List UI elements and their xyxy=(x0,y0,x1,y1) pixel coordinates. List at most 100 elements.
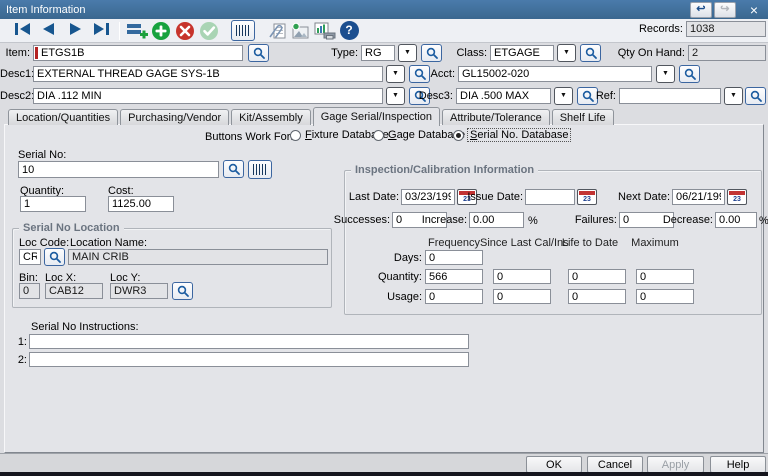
quantity-frequency-field[interactable] xyxy=(425,269,483,284)
previous-record-button[interactable] xyxy=(36,21,62,41)
increase-field[interactable] xyxy=(469,212,524,228)
add-button[interactable] xyxy=(149,20,173,41)
print-report-button[interactable] xyxy=(313,20,337,41)
quantity-since-last-field[interactable] xyxy=(493,269,551,284)
instruction-line1-field[interactable] xyxy=(29,334,469,349)
loc-y-field xyxy=(110,283,168,299)
desc1-dropdown-button[interactable]: ▼ xyxy=(386,65,405,83)
quantity-life-to-date-field[interactable] xyxy=(568,269,626,284)
days-label: Days: xyxy=(382,252,422,264)
barcode-icon xyxy=(236,25,251,36)
radio-serial-no-database[interactable]: Serial No. Database xyxy=(453,129,570,141)
increase-label: Increase: xyxy=(412,214,467,226)
bin-field xyxy=(19,283,40,299)
item-search-button[interactable] xyxy=(248,44,269,62)
quantity-row-label: Quantity: xyxy=(362,271,422,283)
first-record-button[interactable] xyxy=(10,21,36,41)
tab-kit-assembly[interactable]: Kit/Assembly xyxy=(231,109,311,125)
successes-label: Successes: xyxy=(332,214,390,226)
search-icon xyxy=(49,251,61,263)
tab-location-quantities[interactable]: Location/Quantities xyxy=(8,109,118,125)
desc3-field[interactable] xyxy=(456,88,551,104)
next-date-field[interactable] xyxy=(672,189,725,205)
issue-date-label: Issue Date: xyxy=(467,191,523,203)
serial-no-field[interactable] xyxy=(18,161,219,178)
failures-label: Failures: xyxy=(562,214,617,226)
desc1-field[interactable] xyxy=(33,66,383,82)
next-record-button[interactable] xyxy=(62,21,88,41)
desc1-label: Desc1: xyxy=(0,68,30,80)
cancel-button[interactable]: Cancel xyxy=(587,456,643,473)
radio-gage-database[interactable]: Gage Database xyxy=(373,129,465,141)
tab-bar: Location/Quantities Purchasing/Vendor Ki… xyxy=(8,106,616,125)
last-date-field[interactable] xyxy=(401,189,455,205)
class-search-button[interactable] xyxy=(580,44,601,62)
type-label: Type: xyxy=(328,47,358,59)
inspection-calibration-title: Inspection/Calibration Information xyxy=(351,164,538,176)
usage-maximum-field[interactable] xyxy=(636,289,694,304)
frequency-column-header: Frequency xyxy=(420,237,488,249)
desc3-dropdown-button[interactable]: ▼ xyxy=(554,87,573,105)
class-field[interactable] xyxy=(490,45,554,61)
decrease-field[interactable] xyxy=(715,212,757,228)
chart-printer-icon xyxy=(314,22,336,40)
serial-no-barcode-button[interactable] xyxy=(248,160,272,179)
acct-field[interactable] xyxy=(458,66,652,82)
ref-field[interactable] xyxy=(619,88,721,104)
location-search-button[interactable] xyxy=(172,282,193,300)
help-button[interactable]: ? xyxy=(337,20,361,41)
back-button[interactable]: ↩ xyxy=(690,2,712,18)
serial-no-search-button[interactable] xyxy=(223,160,244,178)
desc2-dropdown-button[interactable]: ▼ xyxy=(386,87,405,105)
issue-date-calendar-button[interactable]: 23 xyxy=(577,189,597,205)
class-label: Class: xyxy=(455,47,487,59)
apply-button[interactable]: Apply xyxy=(647,456,704,473)
barcode-button[interactable] xyxy=(231,20,255,41)
acct-label: Acct: xyxy=(425,68,455,80)
desc2-field[interactable] xyxy=(33,88,383,104)
tab-gage-serial-inspection[interactable]: Gage Serial/Inspection xyxy=(313,107,440,126)
tab-shelf-life[interactable]: Shelf Life xyxy=(552,109,614,125)
image-button[interactable] xyxy=(289,20,313,41)
type-dropdown-button[interactable]: ▼ xyxy=(398,44,417,62)
last-record-button[interactable] xyxy=(88,21,114,41)
confirm-button[interactable] xyxy=(197,20,221,41)
class-dropdown-button[interactable]: ▼ xyxy=(557,44,576,62)
item-field[interactable] xyxy=(33,45,243,61)
days-frequency-field[interactable] xyxy=(425,250,483,265)
loc-code-field[interactable] xyxy=(19,249,41,265)
instruction-line2-field[interactable] xyxy=(29,352,469,367)
records-field xyxy=(686,21,766,37)
ref-dropdown-button[interactable]: ▼ xyxy=(724,87,743,105)
help-footer-button[interactable]: Help xyxy=(710,456,766,473)
photo-icon xyxy=(291,22,311,40)
usage-frequency-field[interactable] xyxy=(425,289,483,304)
ref-search-button[interactable] xyxy=(745,87,766,105)
usage-since-last-field[interactable] xyxy=(493,289,551,304)
attachment-button[interactable] xyxy=(265,20,289,41)
previous-record-icon xyxy=(40,22,58,36)
usage-life-to-date-field[interactable] xyxy=(568,289,626,304)
tab-attribute-tolerance[interactable]: Attribute/Tolerance xyxy=(442,109,550,125)
issue-date-field[interactable] xyxy=(525,189,575,205)
add-icon xyxy=(151,21,171,41)
serial-no-instructions-label: Serial No Instructions: xyxy=(31,321,139,333)
search-icon xyxy=(414,68,426,80)
records-label: Records: xyxy=(610,23,683,35)
quantity-field[interactable] xyxy=(20,196,86,212)
type-field[interactable] xyxy=(361,45,395,61)
tab-purchasing-vendor[interactable]: Purchasing/Vendor xyxy=(120,109,229,125)
close-button[interactable]: × xyxy=(750,2,758,18)
acct-dropdown-button[interactable]: ▼ xyxy=(656,65,675,83)
ok-button[interactable]: OK xyxy=(526,456,582,473)
forward-button[interactable]: ↪ xyxy=(714,2,736,18)
item-information-window: Item Information ↩ ↪ × xyxy=(0,0,768,476)
loc-code-search-button[interactable] xyxy=(44,248,65,266)
delete-button[interactable] xyxy=(173,20,197,41)
quantity-maximum-field[interactable] xyxy=(636,269,694,284)
next-date-calendar-button[interactable]: 23 xyxy=(727,189,747,205)
acct-search-button[interactable] xyxy=(679,65,700,83)
type-search-button[interactable] xyxy=(421,44,442,62)
cost-field[interactable] xyxy=(108,196,174,212)
new-record-button[interactable] xyxy=(125,20,149,41)
